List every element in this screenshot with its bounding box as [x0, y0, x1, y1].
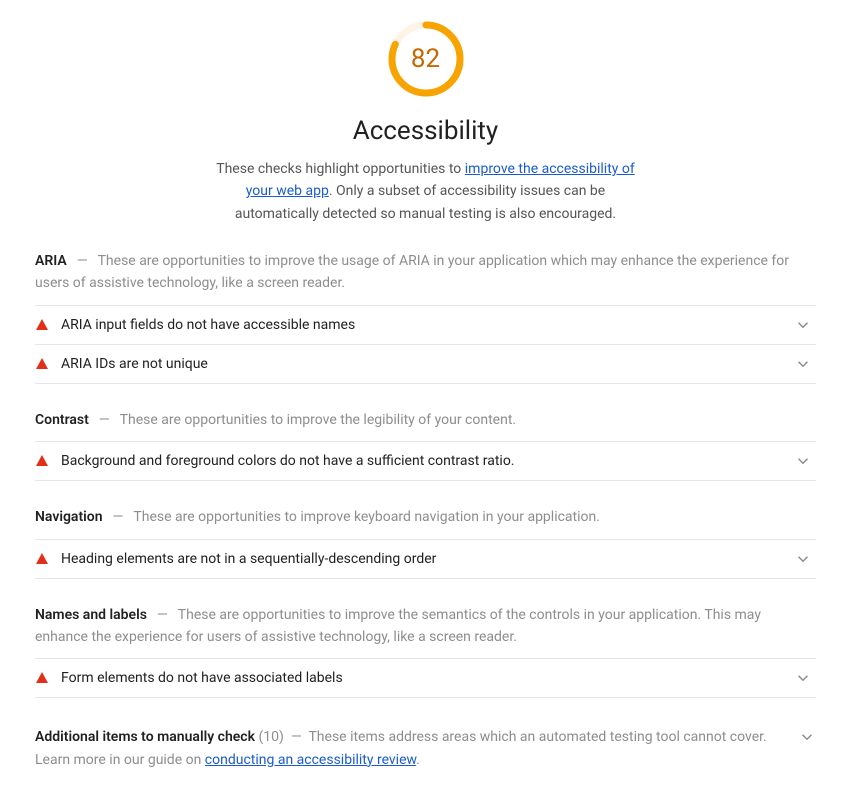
chevron-down-icon [794, 452, 812, 470]
subtitle-prefix: These checks highlight opportunities to [216, 161, 465, 177]
page-subtitle: These checks highlight opportunities to … [211, 158, 641, 225]
dash: — [99, 412, 110, 428]
audit-row[interactable]: Heading elements are not in a sequential… [35, 539, 816, 579]
section-desc: These are opportunities to improve keybo… [133, 509, 600, 525]
audit-section: Navigation — These are opportunities to … [35, 507, 816, 579]
warning-triangle-icon [35, 454, 49, 468]
manual-check-section: Additional items to manually check (10) … [35, 726, 816, 771]
warning-triangle-icon [35, 671, 49, 685]
audit-row[interactable]: Background and foreground colors do not … [35, 441, 816, 481]
dash: — [157, 607, 168, 623]
audit-title: Form elements do not have associated lab… [61, 670, 794, 686]
manual-check-text: Additional items to manually check (10) … [35, 726, 788, 771]
dash: — [291, 729, 302, 745]
dash: — [113, 509, 124, 525]
chevron-down-icon [794, 355, 812, 373]
section-desc: These are opportunities to improve the l… [120, 412, 516, 428]
section-title: Names and labels [35, 607, 147, 623]
section-header: Navigation — These are opportunities to … [35, 507, 816, 529]
manual-check-row[interactable]: Additional items to manually check (10) … [35, 726, 816, 771]
manual-title: Additional items to manually check [35, 729, 255, 745]
section-title: Contrast [35, 412, 89, 428]
section-desc: These are opportunities to improve the u… [35, 253, 789, 291]
section-header: ARIA — These are opportunities to improv… [35, 251, 816, 294]
audit-row[interactable]: ARIA IDs are not unique [35, 344, 816, 384]
audit-title: ARIA input fields do not have accessible… [61, 317, 794, 333]
chevron-down-icon [794, 550, 812, 568]
warning-triangle-icon [35, 318, 49, 332]
score-gauge: 82 [387, 20, 465, 98]
audit-row[interactable]: ARIA input fields do not have accessible… [35, 305, 816, 344]
audit-title: ARIA IDs are not unique [61, 356, 794, 372]
audit-title: Background and foreground colors do not … [61, 453, 794, 469]
accessibility-review-link[interactable]: conducting an accessibility review [205, 752, 416, 768]
warning-triangle-icon [35, 552, 49, 566]
chevron-down-icon [798, 728, 816, 746]
audit-section: Names and labels — These are opportuniti… [35, 605, 816, 698]
manual-desc-suffix: . [416, 752, 420, 768]
audit-title: Heading elements are not in a sequential… [61, 551, 794, 567]
section-header: Names and labels — These are opportuniti… [35, 605, 816, 648]
section-title: ARIA [35, 253, 67, 269]
audit-row[interactable]: Form elements do not have associated lab… [35, 658, 816, 698]
manual-count: (10) [258, 729, 283, 745]
page-title: Accessibility [353, 116, 499, 146]
chevron-down-icon [794, 669, 812, 687]
chevron-down-icon [794, 316, 812, 334]
section-header: Contrast — These are opportunities to im… [35, 410, 816, 432]
audit-section: ARIA — These are opportunities to improv… [35, 251, 816, 383]
score-value: 82 [387, 20, 465, 98]
score-gauge-wrap: 82 Accessibility These checks highlight … [35, 20, 816, 225]
dash: — [77, 253, 88, 269]
audit-section: Contrast — These are opportunities to im… [35, 410, 816, 482]
warning-triangle-icon [35, 357, 49, 371]
section-title: Navigation [35, 509, 103, 525]
